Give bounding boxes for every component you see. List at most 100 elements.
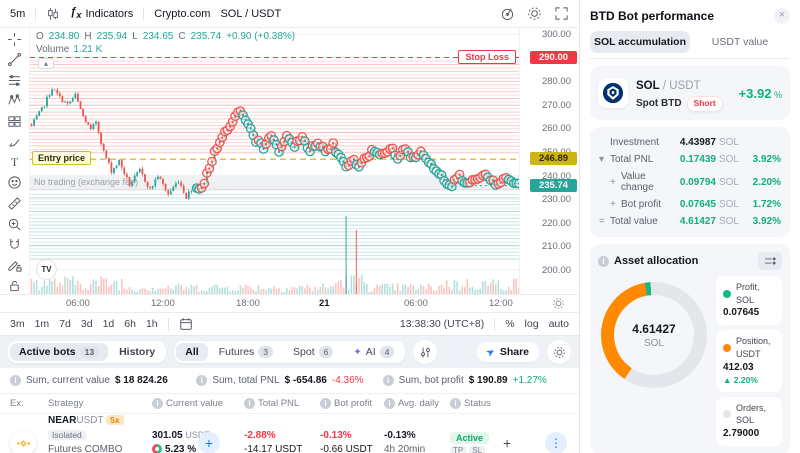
bots-tab-group: Active bots13History: [8, 341, 166, 363]
volume-value: 1.21 K: [73, 44, 102, 55]
go-to-date-icon[interactable]: [179, 317, 193, 331]
indicators-button[interactable]: ƒx Indicators: [70, 6, 133, 20]
divider: [35, 7, 36, 21]
measure-tool-icon[interactable]: [4, 195, 26, 212]
close-icon[interactable]: ×: [774, 8, 790, 24]
brush-tool-icon[interactable]: [4, 134, 26, 151]
toolbar-right-icons: [500, 6, 569, 21]
add-funds-button[interactable]: +: [503, 435, 511, 451]
legend-orders-sol[interactable]: Orders, SOL2.79000: [716, 397, 782, 446]
quick-add-button[interactable]: +: [198, 432, 220, 453]
filter-sliders-button[interactable]: [413, 340, 437, 364]
tab-sol-accumulation[interactable]: SOL accumulation: [590, 31, 690, 53]
tab-usdt-value[interactable]: USDT value: [690, 31, 790, 53]
candle-style-button[interactable]: [46, 7, 60, 21]
range-1h[interactable]: 1h: [146, 318, 158, 330]
info-icon[interactable]: i: [10, 375, 21, 386]
allocation-donut[interactable]: 4.61427 SOL: [598, 276, 710, 394]
range-7d[interactable]: 7d: [59, 318, 71, 330]
interval-button[interactable]: 5m: [10, 8, 25, 20]
allocation-title: Asset allocation: [614, 255, 698, 267]
time-axis[interactable]: 06:0012:0018:002106:0012:00: [0, 294, 579, 312]
info-icon: i: [450, 398, 461, 409]
row-menu-button[interactable]: ⋮: [545, 432, 567, 453]
range-3d[interactable]: 3d: [81, 318, 93, 330]
time-tick: 12:00: [151, 298, 175, 309]
chart-canvas[interactable]: O234.80 H235.94 L234.65 C235.74 +0.90 (+…: [30, 28, 519, 294]
stop-loss-label[interactable]: Stop Loss: [458, 50, 516, 64]
crosshair-tool-icon[interactable]: [4, 31, 26, 48]
range-1d[interactable]: 1d: [103, 318, 115, 330]
tab-active-bots[interactable]: Active bots13: [10, 343, 108, 361]
tab-history[interactable]: History: [110, 343, 164, 361]
info-icon[interactable]: i: [383, 375, 394, 386]
allocation-legend: Profit, SOL0.07645 Position, USDT412.03▲ …: [716, 276, 782, 445]
time-axis-settings-icon[interactable]: [552, 297, 565, 310]
legend-profit-sol[interactable]: Profit, SOL0.07645: [716, 276, 782, 325]
pattern-tool-icon[interactable]: [4, 93, 26, 110]
text-tool-icon[interactable]: T: [4, 154, 26, 171]
donut-total: 4.61427: [632, 322, 675, 336]
position-tool-icon[interactable]: [4, 113, 26, 130]
price-chip: 235.74: [530, 179, 577, 192]
trendline-tool-icon[interactable]: [4, 52, 26, 69]
log-scale-button[interactable]: log: [525, 318, 539, 330]
range-1m[interactable]: 1m: [35, 318, 50, 330]
col-bot-profit[interactable]: iBot profit: [320, 398, 384, 409]
info-icon: i: [384, 398, 395, 409]
gauge-percent: 5.23 %: [165, 444, 196, 453]
legend-collapse-button[interactable]: ▴: [38, 58, 54, 69]
btd-bot-panel: BTD Bot performance × SOL accumulation U…: [580, 0, 800, 453]
stat-total-value: =Total value4.61427SOL3.92%: [599, 213, 781, 230]
col-current-value[interactable]: iCurrent value: [152, 398, 244, 409]
clock[interactable]: 13:38:30 (UTC+8): [400, 318, 484, 330]
bots-settings-button[interactable]: [547, 340, 571, 364]
bots-panel: Active bots13History AllFutures3Spot6✦AI…: [0, 336, 579, 453]
share-button[interactable]: ➤Share: [477, 342, 539, 362]
compass-icon[interactable]: [500, 6, 515, 21]
channel-tool-icon[interactable]: [4, 72, 26, 89]
magnet-tool-icon[interactable]: [4, 236, 26, 253]
bots-tabs-row: Active bots13History AllFutures3Spot6✦AI…: [0, 336, 579, 368]
auto-scale-button[interactable]: auto: [549, 318, 569, 330]
range-6h[interactable]: 6h: [124, 318, 136, 330]
fullscreen-icon[interactable]: [554, 6, 569, 21]
filter-ai[interactable]: ✦AI4: [344, 343, 403, 361]
symbol-button[interactable]: SOL / USDT: [220, 8, 281, 20]
range-3m[interactable]: 3m: [10, 318, 25, 330]
percent-scale-button[interactable]: %: [505, 318, 514, 330]
tradingview-logo[interactable]: TV: [36, 259, 57, 280]
zoom-in-tool-icon[interactable]: [4, 216, 26, 233]
col-total-pnl[interactable]: iTotal PNL: [244, 398, 320, 409]
col-status[interactable]: iStatus: [450, 398, 569, 409]
legend-toggle-button[interactable]: [758, 252, 782, 270]
settings-gear-icon[interactable]: [527, 6, 542, 21]
filter-all[interactable]: All: [176, 343, 207, 361]
count-badge: 6: [319, 346, 334, 358]
price-axis[interactable]: 300.00290.00280.00270.00260.00250.00240.…: [519, 28, 579, 294]
bots-table-header: Ex. Strategy iCurrent value iTotal PNL i…: [0, 394, 579, 414]
donut-center: 4.61427 SOL: [632, 322, 675, 349]
change-value: +0.90 (+0.38%): [226, 31, 295, 42]
bot-table-row[interactable]: NEARUSDT 5x Isolated Futures COMBO Long …: [0, 414, 579, 453]
leverage-badge: 5x: [106, 415, 123, 425]
exchange-button[interactable]: Crypto.com: [154, 8, 210, 20]
volume-label: Volume: [36, 44, 69, 55]
lock-all-icon[interactable]: [4, 277, 26, 294]
entry-price-label[interactable]: Entry price: [32, 151, 91, 165]
share-icon: ➤: [485, 345, 497, 358]
total-pnl-pct: -2.88%: [244, 430, 276, 441]
indicators-label: Indicators: [86, 8, 134, 20]
info-icon[interactable]: i: [196, 375, 207, 386]
info-icon[interactable]: i: [598, 256, 609, 267]
fx-icon: ƒx: [70, 6, 81, 20]
emoji-tool-icon[interactable]: [4, 175, 26, 192]
filter-spot[interactable]: Spot6: [284, 343, 342, 361]
filter-futures[interactable]: Futures3: [210, 343, 282, 361]
col-avg-daily[interactable]: iAvg. daily: [384, 398, 450, 409]
binance-icon: [16, 436, 31, 451]
asset-allocation-card: i Asset allocation 4.61427 SOL Profit, S…: [590, 244, 790, 453]
tf-bar-right: 13:38:30 (UTC+8) % log auto: [400, 318, 569, 331]
drawing-lock-icon[interactable]: [4, 257, 26, 274]
legend-position-usdt[interactable]: Position, USDT412.03▲ 2.20%: [716, 330, 782, 391]
